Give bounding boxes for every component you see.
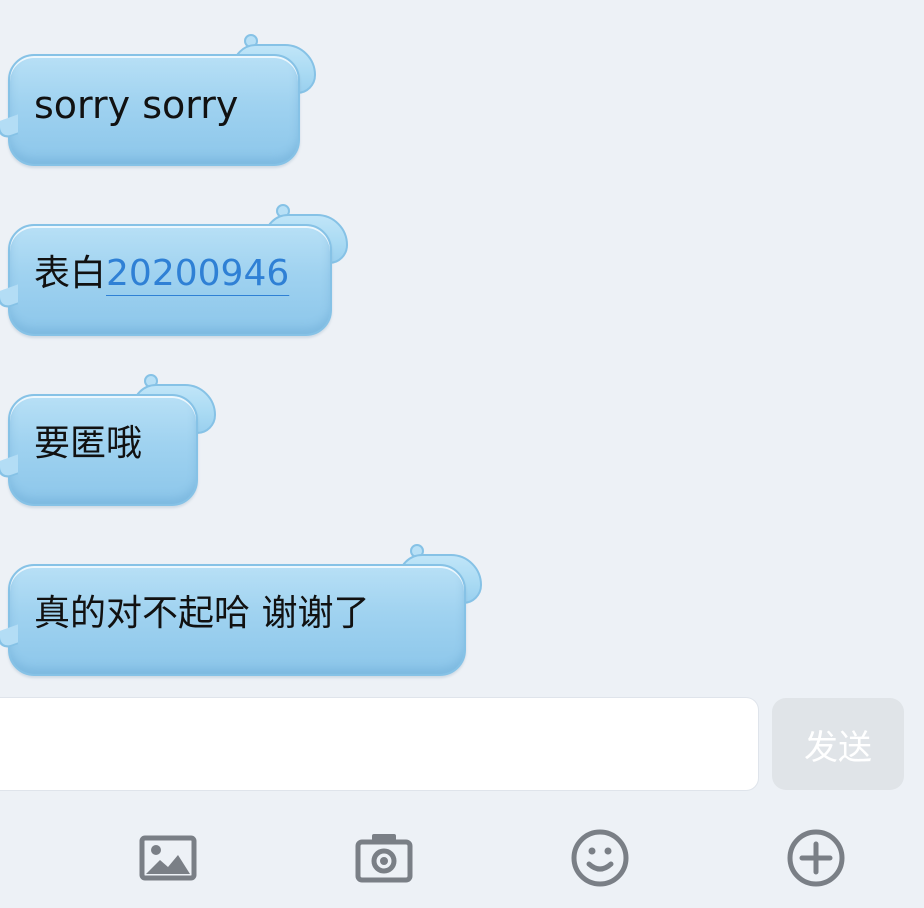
emoji-icon <box>571 829 629 887</box>
message-bubble[interactable]: 表白20200946 <box>0 204 370 342</box>
message-text: 真的对不起哈 谢谢了 <box>34 593 370 634</box>
message-link[interactable]: 20200946 <box>106 253 289 294</box>
input-bar: 发送 <box>0 698 924 792</box>
camera-button[interactable] <box>352 826 416 890</box>
message-input[interactable] <box>0 698 758 790</box>
image-icon <box>139 835 197 881</box>
message-text: 表白20200946 <box>34 256 289 292</box>
message-text-segment: 表白 <box>34 253 107 294</box>
camera-icon <box>355 834 413 883</box>
emoji-button[interactable] <box>568 826 632 890</box>
message-text: sorry sorry <box>34 83 239 127</box>
message-bubble[interactable]: 要匿哦 <box>0 374 250 512</box>
message-bubble[interactable]: sorry sorry <box>0 34 330 172</box>
add-button[interactable] <box>784 826 848 890</box>
add-circle-icon <box>787 829 845 887</box>
message-bubble[interactable]: 真的对不起哈 谢谢了 <box>0 544 520 682</box>
chat-area: sorry sorry 表白20200946 要匿哦 真的对不起哈 谢谢了 <box>0 0 924 690</box>
image-button[interactable] <box>136 826 200 890</box>
send-button[interactable]: 发送 <box>772 698 904 790</box>
chat-toolbar <box>0 808 924 908</box>
message-text: 要匿哦 <box>34 423 143 464</box>
